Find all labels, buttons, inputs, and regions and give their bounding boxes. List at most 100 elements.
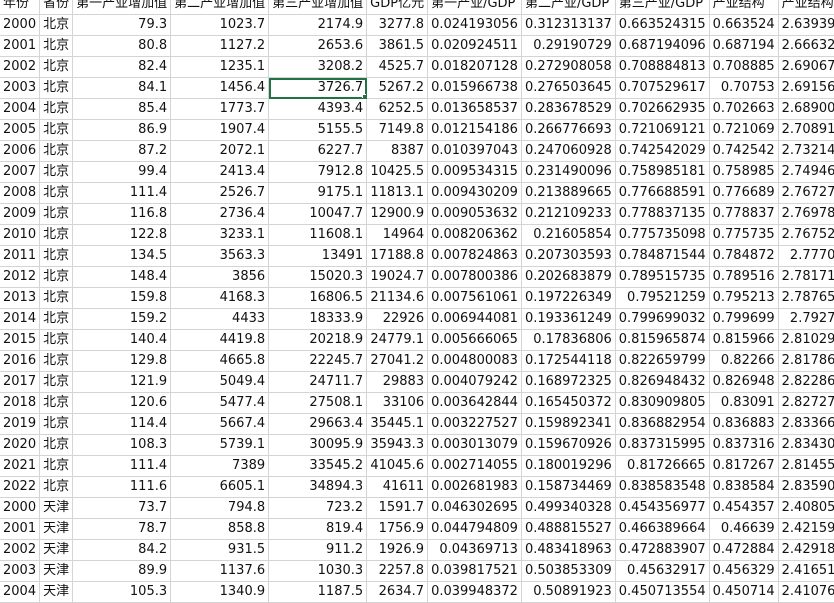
table-cell[interactable]: 5667.4 <box>170 413 270 435</box>
table-cell[interactable]: 18333.9 <box>268 308 368 330</box>
table-cell[interactable]: 2016 <box>0 350 41 372</box>
table-cell[interactable]: 0.007800386 <box>427 266 522 288</box>
table-cell[interactable]: 2001 <box>0 35 41 57</box>
table-cell[interactable]: 5739.1 <box>170 434 270 456</box>
table-cell[interactable]: 0.472883907 <box>615 539 710 561</box>
table-cell[interactable]: 0.17836806 <box>521 329 616 351</box>
table-cell[interactable]: 0.165450372 <box>521 392 616 414</box>
table-cell[interactable]: 2.781715 <box>778 266 834 288</box>
table-cell[interactable]: 2019 <box>0 413 41 435</box>
table-cell[interactable]: 0.488815527 <box>521 518 616 540</box>
table-cell[interactable]: 2000 <box>0 497 41 519</box>
table-cell[interactable]: 1235.1 <box>170 56 270 78</box>
table-cell[interactable]: 0.450714 <box>709 581 779 603</box>
table-cell[interactable]: 0.213889665 <box>521 182 616 204</box>
table-cell[interactable]: 17188.8 <box>366 245 429 267</box>
table-cell[interactable]: 20218.9 <box>268 329 368 351</box>
table-cell[interactable]: 2634.7 <box>366 581 429 603</box>
table-cell[interactable]: 0.456329 <box>709 560 779 582</box>
table-cell[interactable]: 120.6 <box>72 392 172 414</box>
table-cell[interactable]: 北京 <box>39 119 74 141</box>
table-cell[interactable]: 11813.1 <box>366 182 429 204</box>
table-cell[interactable]: 北京 <box>39 224 74 246</box>
table-cell[interactable]: 2004 <box>0 98 41 120</box>
table-cell[interactable]: 2.787651 <box>778 287 834 309</box>
table-cell[interactable]: 北京 <box>39 35 74 57</box>
table-cell[interactable]: 0.231490096 <box>521 161 616 183</box>
table-cell[interactable]: 2.822869 <box>778 371 834 393</box>
table-cell[interactable]: 89.9 <box>72 560 172 582</box>
table-cell[interactable]: 2007 <box>0 161 41 183</box>
table-cell[interactable]: 41611 <box>366 476 429 498</box>
table-cell[interactable]: 2.410767 <box>778 581 834 603</box>
table-cell[interactable]: 0.003013079 <box>427 434 522 456</box>
table-cell[interactable]: 0.272908058 <box>521 56 616 78</box>
table-cell[interactable]: 0.007561061 <box>427 287 522 309</box>
table-cell[interactable]: 0.837316 <box>709 434 779 456</box>
table-cell[interactable]: 0.006944081 <box>427 308 522 330</box>
table-cell[interactable]: 22926 <box>366 308 429 330</box>
table-cell[interactable]: 北京 <box>39 371 74 393</box>
table-cell[interactable]: 0.817267 <box>709 455 779 477</box>
table-cell[interactable]: 2011 <box>0 245 41 267</box>
table-cell[interactable]: 2.817860 <box>778 350 834 372</box>
table-cell[interactable]: 2.732145 <box>778 140 834 162</box>
table-cell[interactable]: 0.009053632 <box>427 203 522 225</box>
table-cell[interactable]: 108.3 <box>72 434 172 456</box>
table-cell[interactable]: 0.789515735 <box>615 266 710 288</box>
table-cell[interactable]: 0.742542 <box>709 140 779 162</box>
table-cell[interactable]: 122.8 <box>72 224 172 246</box>
table-cell[interactable]: 2020 <box>0 434 41 456</box>
table-cell[interactable]: 2009 <box>0 203 41 225</box>
table-cell[interactable]: 北京 <box>39 56 74 78</box>
table-cell[interactable]: 2.708914 <box>778 119 834 141</box>
table-cell[interactable]: 21134.6 <box>366 287 429 309</box>
table-cell[interactable]: 0.784872 <box>709 245 779 267</box>
table-cell[interactable]: 159.8 <box>72 287 172 309</box>
table-cell[interactable]: 12900.9 <box>366 203 429 225</box>
table-cell[interactable]: 2012 <box>0 266 41 288</box>
table-cell[interactable]: 0.454357 <box>709 497 779 519</box>
table-cell[interactable]: 0.276503645 <box>521 77 616 99</box>
table-cell[interactable]: 0.003642844 <box>427 392 522 414</box>
table-cell[interactable]: 0.50891923 <box>521 581 616 603</box>
table-cell[interactable]: 0.687194096 <box>615 35 710 57</box>
table-cell[interactable]: 0.838583548 <box>615 476 710 498</box>
table-cell[interactable]: 北京 <box>39 476 74 498</box>
table-cell[interactable]: 1926.9 <box>366 539 429 561</box>
table-cell[interactable]: 80.8 <box>72 35 172 57</box>
table-cell[interactable]: 0.013658537 <box>427 98 522 120</box>
table-cell[interactable]: 北京 <box>39 203 74 225</box>
table-cell[interactable]: 140.4 <box>72 329 172 351</box>
table-cell[interactable]: 35445.1 <box>366 413 429 435</box>
table-cell[interactable]: 2.408054 <box>778 497 834 519</box>
table-cell[interactable]: 0.789516 <box>709 266 779 288</box>
table-cell[interactable]: 2.834302 <box>778 434 834 456</box>
table-cell[interactable]: 794.8 <box>170 497 270 519</box>
table-cell[interactable]: 0.012154186 <box>427 119 522 141</box>
table-cell[interactable]: 114.4 <box>72 413 172 435</box>
table-cell[interactable]: 0.207303593 <box>521 245 616 267</box>
table-cell[interactable]: 121.9 <box>72 371 172 393</box>
table-cell[interactable]: 0.197226349 <box>521 287 616 309</box>
table-cell[interactable]: 1127.2 <box>170 35 270 57</box>
table-cell[interactable]: 78.7 <box>72 518 172 540</box>
table-cell[interactable]: 0.283678529 <box>521 98 616 120</box>
table-cell[interactable]: 84.2 <box>72 539 172 561</box>
table-cell[interactable]: 0.004079242 <box>427 371 522 393</box>
table-cell[interactable]: 0.795213 <box>709 287 779 309</box>
table-cell[interactable]: 0.018207128 <box>427 56 522 78</box>
table-cell[interactable]: 0.837315995 <box>615 434 710 456</box>
header-cell[interactable]: 第二产业/GDP <box>521 0 616 15</box>
table-cell[interactable]: 2002 <box>0 56 41 78</box>
table-cell[interactable]: 0.202683879 <box>521 266 616 288</box>
table-cell[interactable]: 天津 <box>39 518 74 540</box>
table-cell[interactable]: 0.472884 <box>709 539 779 561</box>
table-cell[interactable]: 0.663524315 <box>615 14 710 36</box>
table-cell[interactable]: 0.024193056 <box>427 14 522 36</box>
table-cell[interactable]: 0.663524 <box>709 14 779 36</box>
table-cell[interactable]: 73.7 <box>72 497 172 519</box>
table-cell[interactable]: 0.454356977 <box>615 497 710 519</box>
header-cell[interactable]: 年份 <box>0 0 41 15</box>
table-cell[interactable]: 0.708885 <box>709 56 779 78</box>
